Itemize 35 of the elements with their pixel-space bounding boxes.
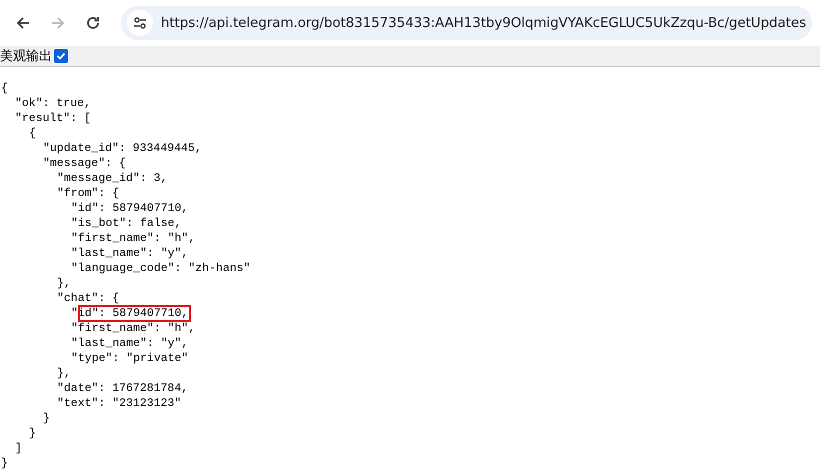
- code-line: "chat": {: [57, 292, 120, 305]
- code-line: ]: [15, 442, 22, 455]
- pretty-print-label: 美观输出: [0, 48, 52, 65]
- code-line: "from": {: [57, 187, 120, 200]
- code-line: "result": [: [15, 112, 91, 125]
- code-line: {: [1, 82, 8, 95]
- sliders-icon: [132, 16, 147, 30]
- code-line: "type": "private": [71, 352, 188, 365]
- code-line: }: [43, 412, 50, 425]
- code-line: "id": 5879407710,: [71, 202, 188, 215]
- code-line: "date": 1767281784,: [57, 382, 188, 395]
- code-line: "is_bot": false,: [71, 217, 182, 230]
- code-line: "text": "23123123": [57, 397, 182, 410]
- code-line: },: [57, 367, 71, 380]
- code-line: }: [29, 427, 36, 440]
- code-line: "first_name": "h",: [71, 232, 196, 245]
- url-text: https://api.telegram.org/bot8315735433:AAH13tby9OlqmigVYAKcEGLUC5UkZzqu-Bc/getUpdates: [160, 15, 806, 31]
- checkmark-icon: [56, 51, 66, 61]
- code-line: "message_id": 3,: [57, 172, 168, 185]
- address-bar[interactable]: https://api.telegram.org/bot8315735433:AAH13tby9OlqmigVYAKcEGLUC5UkZzqu-Bc/getUpdates: [120, 6, 812, 40]
- code-line: "last_name": "y",: [71, 247, 188, 260]
- code-line: "update_id": 933449445,: [43, 142, 202, 155]
- code-line: },: [57, 277, 71, 290]
- code-line: "message": {: [43, 157, 126, 170]
- forward-arrow-icon: [50, 15, 66, 31]
- code-line: "last_name": "y",: [71, 337, 188, 350]
- code-line: "ok": true,: [15, 97, 91, 110]
- code-line: "language_code": "zh-hans": [71, 262, 250, 275]
- code-line: "first_name": "h",: [71, 322, 196, 335]
- reload-icon: [85, 15, 102, 31]
- code-line: {: [29, 127, 36, 140]
- site-settings-button[interactable]: [126, 10, 153, 36]
- code-line: }: [1, 457, 8, 470]
- back-arrow-icon: [15, 15, 32, 31]
- pretty-print-checkbox[interactable]: [54, 49, 68, 63]
